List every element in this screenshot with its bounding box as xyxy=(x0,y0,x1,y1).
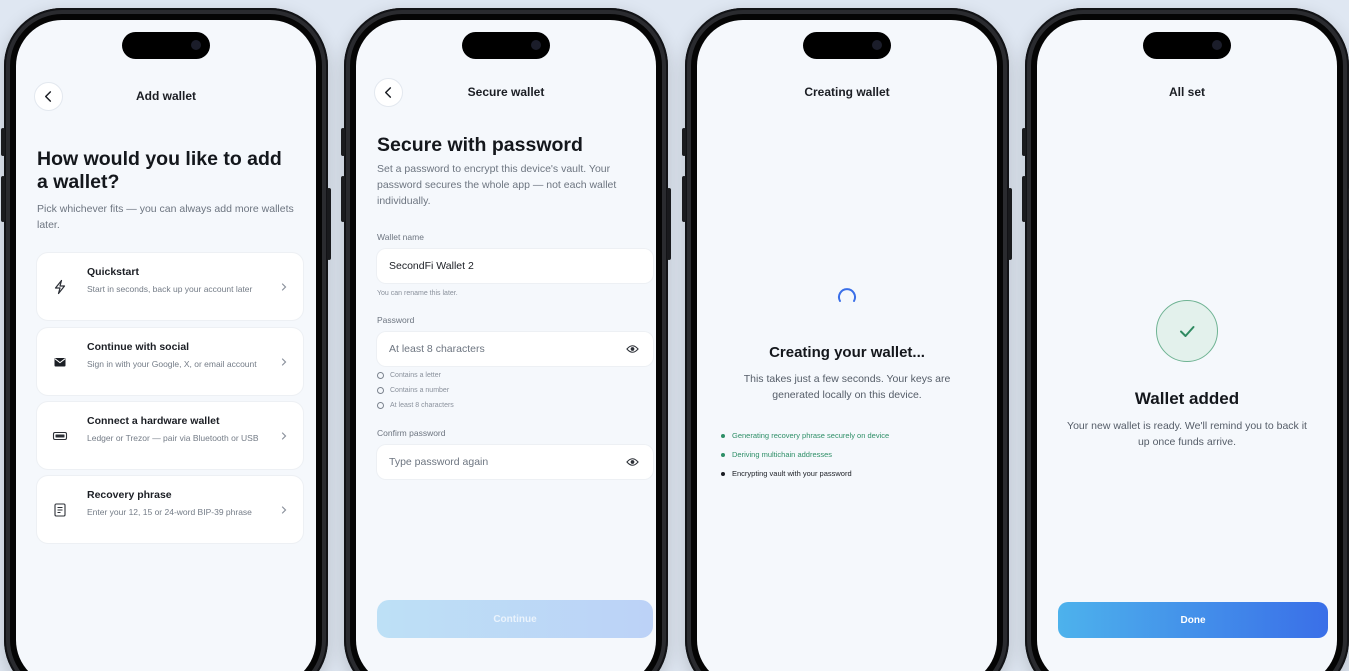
option-description: Ledger or Trezor — pair via Bluetooth or… xyxy=(87,433,259,443)
eye-icon[interactable] xyxy=(626,456,639,468)
document-icon xyxy=(52,502,68,518)
dynamic-island xyxy=(122,32,210,59)
side-button xyxy=(327,188,331,260)
option-title: Connect a hardware wallet xyxy=(87,415,220,427)
phone-bezel: Creating wallet Creating your wallet... … xyxy=(691,14,1003,671)
requirement-letter: Contains a letter xyxy=(377,372,441,379)
status-dot xyxy=(721,452,725,457)
dynamic-island xyxy=(462,32,550,59)
option-title: Recovery phrase xyxy=(87,489,172,501)
status-dot xyxy=(721,433,725,438)
page-title: How would you like to add a wallet? xyxy=(37,148,282,194)
circle-icon xyxy=(377,387,384,394)
back-button[interactable] xyxy=(34,82,63,111)
option-recovery-phrase[interactable]: Recovery phrase Enter your 12, 15 or 24-… xyxy=(37,476,303,543)
side-button xyxy=(1022,176,1026,222)
nav-title: Add wallet xyxy=(135,89,196,103)
hardware-wallet-icon xyxy=(52,428,68,444)
option-hardware-wallet[interactable]: Connect a hardware wallet Ledger or Trez… xyxy=(37,402,303,469)
page-subtitle: Pick whichever fits — you can always add… xyxy=(37,203,294,231)
screen-add-wallet: Add wallet How would you like to add a w… xyxy=(16,20,316,671)
page-subtitle: Set a password to encrypt this device's … xyxy=(377,163,617,207)
screen-creating-wallet: Creating wallet Creating your wallet... … xyxy=(697,20,997,671)
page-title: Creating your wallet... xyxy=(769,344,925,361)
side-button xyxy=(682,128,686,156)
option-description: Enter your 12, 15 or 24-word BIP-39 phra… xyxy=(87,507,252,517)
option-description: Start in seconds, back up your account l… xyxy=(87,284,253,294)
page-subtitle: This takes just a few seconds. Your keys… xyxy=(743,373,951,402)
side-button xyxy=(667,188,671,260)
side-button xyxy=(1,128,5,156)
done-button[interactable]: Done xyxy=(1058,602,1328,638)
eye-icon[interactable] xyxy=(626,343,639,355)
circle-icon xyxy=(377,372,384,379)
chevron-right-icon xyxy=(281,282,287,291)
side-button xyxy=(1,176,5,222)
password-placeholder: At least 8 characters xyxy=(389,343,485,355)
step-generating-phrase: Generating recovery phrase securely on d… xyxy=(721,431,889,440)
chevron-left-icon xyxy=(44,91,52,102)
page-title: Secure with password xyxy=(377,134,583,156)
option-social[interactable]: Continue with social Sign in with your G… xyxy=(37,328,303,395)
nav-bar: Add wallet xyxy=(16,80,316,112)
dynamic-island xyxy=(803,32,891,59)
confirm-password-input[interactable]: Type password again xyxy=(377,445,653,479)
password-label: Password xyxy=(377,315,415,325)
requirement-length: At least 8 characters xyxy=(377,402,454,409)
wallet-name-hint: You can rename this later. xyxy=(377,290,458,297)
wallet-name-input[interactable]: SecondFi Wallet 2 xyxy=(377,249,653,283)
chevron-left-icon xyxy=(384,87,392,98)
nav-title: Secure wallet xyxy=(467,85,545,99)
step-deriving-addresses: Deriving multichain addresses xyxy=(721,450,832,459)
side-button xyxy=(341,128,345,156)
success-badge xyxy=(1156,300,1218,362)
side-button xyxy=(1022,128,1026,156)
chevron-right-icon xyxy=(281,357,287,366)
side-button xyxy=(682,176,686,222)
nav-bar: Creating wallet xyxy=(697,76,997,108)
phone-bezel: Add wallet How would you like to add a w… xyxy=(10,14,322,671)
phone-all-set: All set Wallet added Your new wallet is … xyxy=(1022,8,1349,671)
screen-secure-wallet: Secure wallet Secure with password Set a… xyxy=(356,20,656,671)
back-button[interactable] xyxy=(374,78,403,107)
step-encrypting-vault: Encrypting vault with your password xyxy=(721,469,852,478)
chevron-right-icon xyxy=(281,431,287,440)
side-button xyxy=(341,176,345,222)
phone-bezel: All set Wallet added Your new wallet is … xyxy=(1031,14,1343,671)
continue-button[interactable]: Continue xyxy=(377,600,653,638)
confirm-password-placeholder: Type password again xyxy=(389,456,489,468)
circle-icon xyxy=(377,402,384,409)
status-dot xyxy=(721,471,725,476)
nav-bar: All set xyxy=(1037,76,1337,108)
page-title: Wallet added xyxy=(1134,389,1240,408)
phone-creating-wallet: Creating wallet Creating your wallet... … xyxy=(682,8,1012,671)
option-description: Sign in with your Google, X, or email ac… xyxy=(87,359,257,369)
side-button xyxy=(1008,188,1012,260)
password-input[interactable]: At least 8 characters xyxy=(377,332,653,366)
confirm-password-label: Confirm password xyxy=(377,428,446,438)
dynamic-island xyxy=(1143,32,1231,59)
envelope-icon xyxy=(52,354,68,370)
phone-bezel: Secure wallet Secure with password Set a… xyxy=(350,14,662,671)
chevron-right-icon xyxy=(281,505,287,514)
checkmark-icon xyxy=(1180,326,1195,337)
option-quickstart[interactable]: Quickstart Start in seconds, back up you… xyxy=(37,253,303,320)
phone-secure-wallet: Secure wallet Secure with password Set a… xyxy=(341,8,671,671)
requirement-number: Contains a number xyxy=(377,387,449,394)
option-title: Continue with social xyxy=(87,341,190,353)
wallet-name-label: Wallet name xyxy=(377,232,424,242)
nav-title: Creating wallet xyxy=(804,85,890,99)
lightning-icon xyxy=(52,279,68,295)
loading-spinner-icon xyxy=(838,288,856,302)
screen-all-set: All set Wallet added Your new wallet is … xyxy=(1037,20,1337,671)
option-title: Quickstart xyxy=(87,266,139,278)
nav-title: All set xyxy=(1168,85,1205,99)
page-subtitle: Your new wallet is ready. We'll remind y… xyxy=(1067,420,1307,449)
phone-add-wallet: Add wallet How would you like to add a w… xyxy=(1,8,331,671)
nav-bar: Secure wallet xyxy=(356,76,656,108)
